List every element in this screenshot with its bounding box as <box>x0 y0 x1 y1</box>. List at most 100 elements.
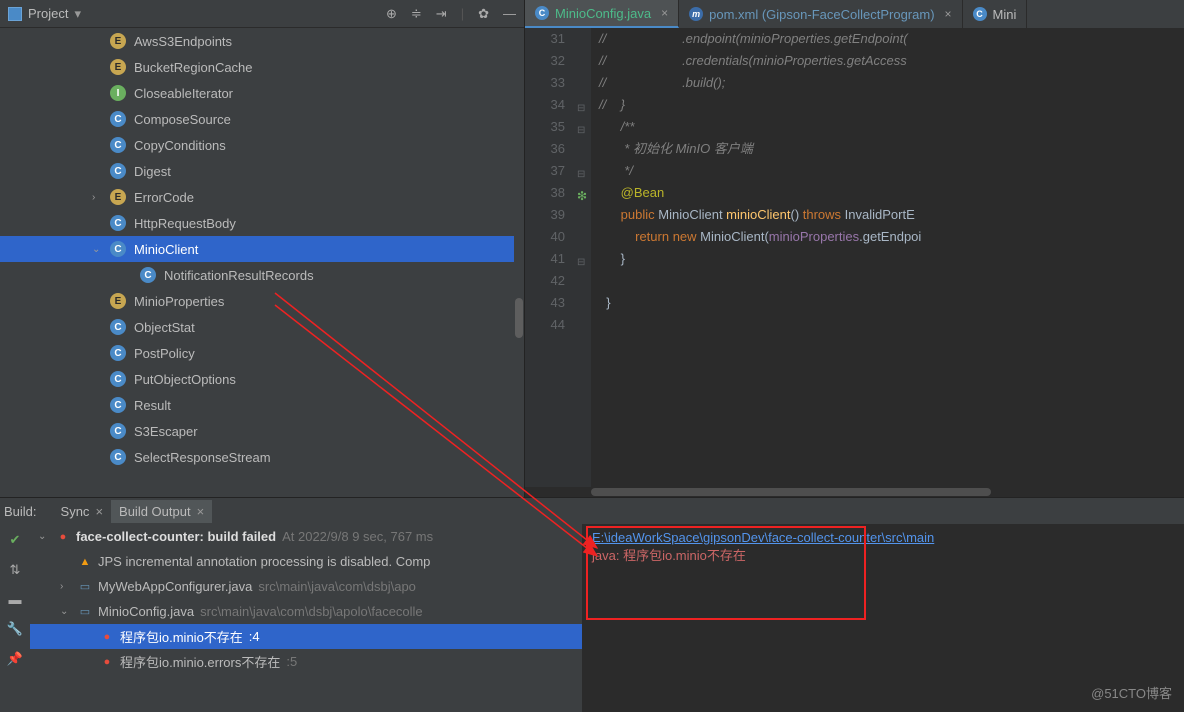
class-icon: E <box>110 33 126 49</box>
h-scrollbar[interactable] <box>525 487 1184 497</box>
editor-tab[interactable]: CMini <box>963 0 1028 28</box>
gear-icon[interactable]: ✿ <box>478 6 489 22</box>
build-row-meta: src\main\java\com\dsbj\apo <box>258 579 416 594</box>
build-tab[interactable]: Sync × <box>53 500 112 523</box>
tree-item[interactable]: C Result <box>0 392 524 418</box>
tab-label: MinioConfig.java <box>555 6 651 21</box>
build-row-text: MyWebAppConfigurer.java <box>98 579 252 594</box>
tree-item[interactable]: CPutObjectOptions <box>0 366 524 392</box>
tree-item[interactable]: C ObjectStat <box>0 314 524 340</box>
build-row[interactable]: ›▭MyWebAppConfigurer.java src\main\java\… <box>30 574 582 599</box>
build-row-text: JPS incremental annotation processing is… <box>98 554 430 569</box>
class-icon: E <box>110 59 126 75</box>
tree-item[interactable]: CSelectResponseStream <box>0 444 524 470</box>
filter-icon[interactable]: ▬ <box>9 592 22 607</box>
h-scrollbar-thumb[interactable] <box>591 488 991 496</box>
close-icon[interactable]: × <box>661 6 668 20</box>
build-row-text: 程序包io.minio.errors不存在 <box>120 652 280 671</box>
check-icon[interactable]: ✔ <box>10 532 21 548</box>
file-icon: C <box>535 6 549 20</box>
pin-icon[interactable]: 📌 <box>7 651 23 667</box>
close-icon[interactable]: × <box>95 504 103 519</box>
build-row-meta: At 2022/9/8 9 sec, 767 ms <box>282 529 433 544</box>
project-tree[interactable]: EAwsS3EndpointsEBucketRegionCacheIClosea… <box>0 28 524 497</box>
build-row[interactable]: ⌄ ▭ MinioConfig.java src\main\java\com\dsb… <box>30 599 582 624</box>
tree-item[interactable]: ICloseableIterator <box>0 80 524 106</box>
build-tool-strip: ✔ ⇅ ▬ 🔧 📌 <box>0 524 30 712</box>
build-tree[interactable]: ⌄ ● face-collect-counter: build failed At … <box>30 524 582 712</box>
class-icon: C <box>110 163 126 179</box>
expander-icon[interactable]: ⌄ <box>92 244 100 255</box>
tree-item[interactable]: E BucketRegionCache <box>0 54 524 80</box>
tree-item[interactable]: CDigest <box>0 158 524 184</box>
class-icon: C <box>110 423 126 439</box>
scrollbar[interactable] <box>514 28 524 497</box>
collapse-icon[interactable]: ⇥ <box>436 6 447 22</box>
editor-tab[interactable]: C MinioConfig.java × <box>525 0 679 28</box>
hide-icon[interactable]: — <box>503 6 516 22</box>
tree-item[interactable]: CComposeSource <box>0 106 524 132</box>
tree-item-label: SelectResponseStream <box>134 450 271 465</box>
editor-tab[interactable]: mpom.xml (Gipson-FaceCollectProgram)× <box>679 0 962 28</box>
watermark: @51CTO博客 <box>1091 683 1172 702</box>
tree-item-label: MinioProperties <box>134 294 224 309</box>
tree-item-label: HttpRequestBody <box>134 216 236 231</box>
expander-icon[interactable]: ⌄ <box>38 531 50 542</box>
build-row-text: MinioConfig.java <box>98 604 194 619</box>
build-row-title: face-collect-counter: build failed <box>76 529 276 544</box>
class-icon: C <box>110 397 126 413</box>
tree-item[interactable]: CPostPolicy <box>0 340 524 366</box>
tree-item[interactable]: EAwsS3Endpoints <box>0 28 524 54</box>
tree-item[interactable]: CCopyConditions <box>0 132 524 158</box>
sidebar-header: Project ▾ ⊕ ≑ ⇥ | ✿ — <box>0 0 524 28</box>
file-icon: ▭ <box>78 605 92 619</box>
tree-item-label: PostPolicy <box>134 346 195 361</box>
tree-item[interactable]: ⌄ C MinioClient <box>0 236 524 262</box>
fold-gutter[interactable]: ⊟⊟⊟⊟ <box>575 28 591 497</box>
class-icon: C <box>110 241 126 257</box>
tree-item[interactable]: ›EErrorCode <box>0 184 524 210</box>
tree-item[interactable]: CNotificationResultRecords <box>0 262 524 288</box>
scrollbar-thumb[interactable] <box>515 298 523 338</box>
code-area[interactable]: 3132333435363738394041424344 ⊟⊟⊟⊟ // .en… <box>525 28 1184 497</box>
tree-item[interactable]: C S3Escaper <box>0 418 524 444</box>
tree-item[interactable]: EMinioProperties <box>0 288 524 314</box>
locate-icon[interactable]: ⊕ <box>386 6 397 22</box>
build-tab-label: Sync <box>61 504 90 519</box>
tree-item-label: MinioClient <box>134 242 198 257</box>
tree-item[interactable]: C HttpRequestBody <box>0 210 524 236</box>
build-tab[interactable]: Build Output× <box>111 500 212 523</box>
wrench-icon[interactable]: 🔧 <box>7 621 23 637</box>
close-icon[interactable]: × <box>197 504 205 519</box>
expander-icon[interactable]: › <box>92 192 95 203</box>
expander-icon[interactable]: ⌄ <box>60 606 72 617</box>
line-gutter: 3132333435363738394041424344 <box>525 28 575 497</box>
build-row[interactable]: ▲ JPS incremental annotation processing i… <box>30 549 582 574</box>
tree-item-label: CopyConditions <box>134 138 226 153</box>
tree-item-label: NotificationResultRecords <box>164 268 314 283</box>
build-row[interactable]: ●程序包io.minio.errors不存在 :5 <box>30 649 582 674</box>
file-icon: C <box>973 7 987 21</box>
build-row[interactable]: ⌄●face-collect-counter: build failed At … <box>30 524 582 549</box>
tree-item-label: BucketRegionCache <box>134 60 253 75</box>
expand-icon[interactable]: ≑ <box>411 6 422 22</box>
divider: | <box>461 6 464 22</box>
tree-item-label: Result <box>134 398 171 413</box>
chevron-down-icon[interactable]: ▾ <box>74 6 81 22</box>
close-icon[interactable]: × <box>945 7 952 21</box>
build-row[interactable]: ●程序包io.minio不存在 :4 <box>30 624 582 649</box>
class-icon: C <box>110 371 126 387</box>
build-row-meta: :4 <box>249 629 260 644</box>
class-icon: C <box>110 319 126 335</box>
sidebar-title[interactable]: Project <box>28 6 68 21</box>
err-icon: ● <box>100 630 114 644</box>
up-down-icon[interactable]: ⇅ <box>10 562 21 578</box>
tree-item-label: S3Escaper <box>134 424 198 439</box>
class-icon: C <box>110 215 126 231</box>
tree-item-label: ObjectStat <box>134 320 195 335</box>
tree-item-label: ErrorCode <box>134 190 194 205</box>
build-row-meta: src\main\java\com\dsbj\apolo\facecolle <box>200 604 423 619</box>
code-lines[interactable]: // .endpoint(minioProperties.getEndpoint… <box>591 28 1184 497</box>
warn-icon: ▲ <box>78 555 92 569</box>
expander-icon[interactable]: › <box>60 581 72 592</box>
